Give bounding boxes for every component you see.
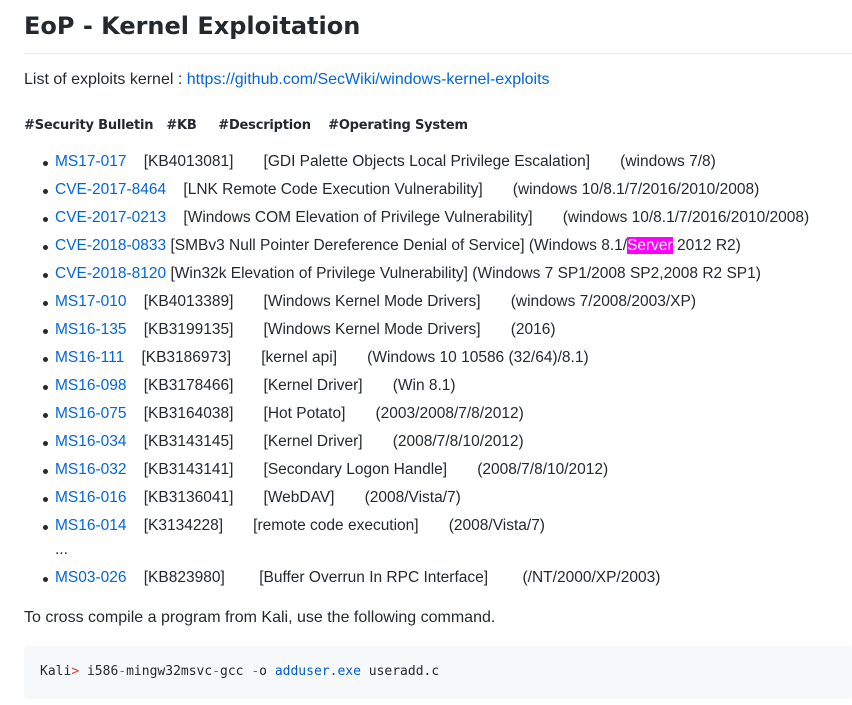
list-item: CVE-2018-0833 [SMBv3 Null Pointer Derefe… [24,232,852,260]
exploit-link[interactable]: CVE-2018-0833 [55,237,166,254]
exploit-link[interactable]: MS17-017 [55,153,127,170]
title-divider [24,53,852,54]
code-token: mingw32msvc [126,664,213,679]
list-item: MS16-135 [KB3199135] [Windows Kernel Mod… [24,316,852,344]
exploit-details: [KB4013389] [Windows Kernel Mode Drivers… [126,293,696,310]
exploit-details: [KB3178466] [Kernel Driver] (Win 8.1) [126,377,456,394]
code-prompt: Kali [40,664,72,679]
ellipsis: ... [55,541,68,558]
exploit-details: [KB3186973] [kernel api] (Windows 10 105… [124,349,589,366]
list-item: MS16-014 [K3134228] [remote code executi… [24,512,852,540]
exploit-list: MS17-017 [KB4013081] [GDI Palette Object… [24,148,852,592]
column-header-description: #Description [218,118,311,133]
code-token: gcc [220,664,252,679]
exploit-details: [KB4013081] [GDI Palette Objects Local P… [126,153,716,170]
exploit-link[interactable]: MS16-111 [55,349,124,366]
exploit-link[interactable]: MS16-032 [55,461,127,478]
exploit-details: [LNK Remote Code Execution Vulnerability… [166,181,760,198]
exploit-details: [KB3136041] [WebDAV] (2008/Vista/7) [126,489,461,506]
list-item: MS16-098 [KB3178466] [Kernel Driver] (Wi… [24,372,852,400]
column-header-kb: #KB [166,118,197,133]
list-item: MS16-034 [KB3143145] [Kernel Driver] (20… [24,428,852,456]
exploit-link[interactable]: MS16-075 [55,405,127,422]
code-operator: - [212,664,221,679]
code-source-file: useradd.c [360,664,440,679]
ellipsis-item: ... [24,540,852,564]
exploit-link[interactable]: MS16-135 [55,321,127,338]
cross-compile-text: To cross compile a program from Kali, us… [24,609,496,626]
list-item: CVE-2017-8464 [LNK Remote Code Execution… [24,176,852,204]
exploit-details: [KB3143141] [Secondary Logon Handle] (20… [126,461,609,478]
exploits-repo-link[interactable]: https://github.com/SecWiki/windows-kerne… [187,71,550,88]
list-item: MS16-016 [KB3136041] [WebDAV] (2008/Vist… [24,484,852,512]
exploit-details: [KB3199135] [Windows Kernel Mode Drivers… [126,321,556,338]
exploit-link[interactable]: MS16-034 [55,433,127,450]
exploit-link[interactable]: MS16-016 [55,489,127,506]
exploit-link[interactable]: MS17-010 [55,293,127,310]
code-block[interactable]: Kali> i586-mingw32msvc-gcc -o adduser.ex… [24,646,852,699]
exploit-link[interactable]: MS03-026 [55,569,127,586]
page: EoP - Kernel Exploitation List of exploi… [0,0,852,705]
exploit-details: [K3134228] [remote code execution] (2008… [126,517,545,534]
exploit-details: [SMBv3 Null Pointer Dereference Denial o… [166,237,628,254]
exploit-link[interactable]: CVE-2017-8464 [55,181,166,198]
exploit-details: [Windows COM Elevation of Privilege Vuln… [166,209,810,226]
list-item: MS17-010 [KB4013389] [Windows Kernel Mod… [24,288,852,316]
list-item: MS03-026 [KB823980] [Buffer Overrun In R… [24,564,852,592]
exploit-details: [KB823980] [Buffer Overrun In RPC Interf… [126,569,661,586]
code-operator: > [71,664,80,679]
intro-paragraph: List of exploits kernel : https://github… [24,71,550,89]
exploit-link[interactable]: CVE-2018-8120 [55,265,166,282]
exploit-link[interactable]: MS16-098 [55,377,127,394]
exploit-link[interactable]: CVE-2017-0213 [55,209,166,226]
exploit-details-suffix: 2012 R2) [672,237,741,254]
highlighted-text: Server [627,237,673,254]
page-title: EoP - Kernel Exploitation [24,12,361,40]
code-operator: - [251,664,260,679]
exploit-details: [KB3164038] [Hot Potato] (2003/2008/7/8/… [126,405,524,422]
intro-text: List of exploits kernel : [24,71,187,88]
list-item: CVE-2017-0213 [Windows COM Elevation of … [24,204,852,232]
list-item: MS17-017 [KB4013081] [GDI Palette Object… [24,148,852,176]
code-operator: - [118,664,127,679]
code-token: o [259,664,275,679]
list-item: MS16-111 [KB3186973] [kernel api] (Windo… [24,344,852,372]
code-output-file: adduser.exe [274,664,361,679]
column-header-os: #Operating System [328,118,468,133]
exploit-link[interactable]: MS16-014 [55,517,127,534]
exploit-details: [KB3143145] [Kernel Driver] (2008/7/8/10… [126,433,524,450]
column-headers: #Security Bulletin #KB #Description #Ope… [24,118,468,133]
code-token: i586 [79,664,119,679]
exploit-details: [Win32k Elevation of Privilege Vulnerabi… [166,265,761,282]
list-item: MS16-075 [KB3164038] [Hot Potato] (2003/… [24,400,852,428]
column-header-bulletin: #Security Bulletin [24,118,154,133]
list-item: MS16-032 [KB3143141] [Secondary Logon Ha… [24,456,852,484]
list-item: CVE-2018-8120 [Win32k Elevation of Privi… [24,260,852,288]
